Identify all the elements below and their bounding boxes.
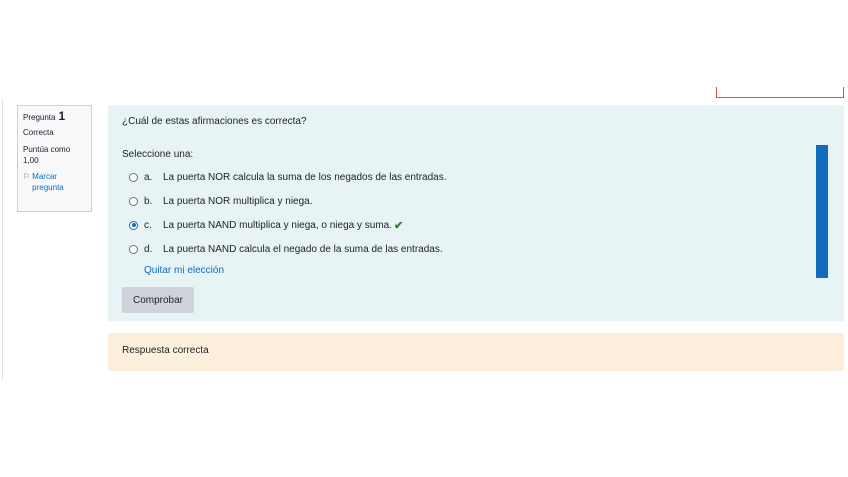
page-divider bbox=[2, 98, 3, 380]
flag-icon: ⚐ bbox=[23, 172, 31, 181]
answer-prompt: Seleccione una: bbox=[122, 149, 194, 160]
top-box-edge bbox=[716, 87, 844, 98]
feedback-panel: Respuesta correcta bbox=[108, 333, 844, 371]
answer-radio-c[interactable] bbox=[129, 220, 138, 230]
answer-option-c[interactable]: c. La puerta NAND multiplica y niega, o … bbox=[122, 213, 802, 237]
flag-label: Marcar pregunta bbox=[32, 172, 64, 192]
question-state: Correcta bbox=[23, 128, 54, 137]
answer-text: La puerta NOR multiplica y niega. bbox=[163, 195, 313, 207]
answer-radio-d[interactable] bbox=[129, 244, 138, 254]
answer-letter: a. bbox=[144, 171, 153, 183]
check-button[interactable]: Comprobar bbox=[122, 287, 194, 313]
answer-text: La puerta NAND multiplica y niega, o nie… bbox=[163, 219, 393, 231]
answer-letter: d. bbox=[144, 243, 153, 255]
answer-option-b[interactable]: b. La puerta NOR multiplica y niega. bbox=[122, 189, 802, 213]
answer-text: La puerta NAND calcula el negado de la s… bbox=[163, 243, 443, 255]
answer-text: La puerta NOR calcula la suma de los neg… bbox=[163, 171, 447, 183]
question-grade: Puntúa como 1,00 bbox=[23, 145, 71, 165]
answer-letter: b. bbox=[144, 195, 153, 207]
question-text: ¿Cuál de estas afirmaciones es correcta? bbox=[122, 116, 307, 127]
answer-letter: c. bbox=[144, 219, 152, 231]
correct-check-icon: ✔ bbox=[394, 219, 404, 232]
feedback-text: Respuesta correcta bbox=[122, 345, 209, 356]
question-info-panel: Pregunta 1 Correcta Puntúa como 1,00 ⚐ M… bbox=[17, 105, 92, 212]
answer-radio-b[interactable] bbox=[129, 196, 138, 206]
question-number-row: Pregunta 1 bbox=[23, 109, 86, 123]
answer-list: a. La puerta NOR calcula la suma de los … bbox=[122, 165, 802, 261]
answer-option-d[interactable]: d. La puerta NAND calcula el negado de l… bbox=[122, 237, 802, 261]
flag-question-link[interactable]: ⚐ Marcar pregunta bbox=[23, 171, 86, 193]
question-number: 1 bbox=[58, 109, 66, 123]
scrollbar-thumb[interactable] bbox=[816, 145, 828, 278]
clear-choice-link[interactable]: Quitar mi elección bbox=[144, 265, 224, 276]
answer-option-a[interactable]: a. La puerta NOR calcula la suma de los … bbox=[122, 165, 802, 189]
question-formulation: ¿Cuál de estas afirmaciones es correcta?… bbox=[108, 105, 844, 321]
answer-radio-a[interactable] bbox=[129, 172, 138, 182]
question-label: Pregunta bbox=[23, 113, 56, 122]
